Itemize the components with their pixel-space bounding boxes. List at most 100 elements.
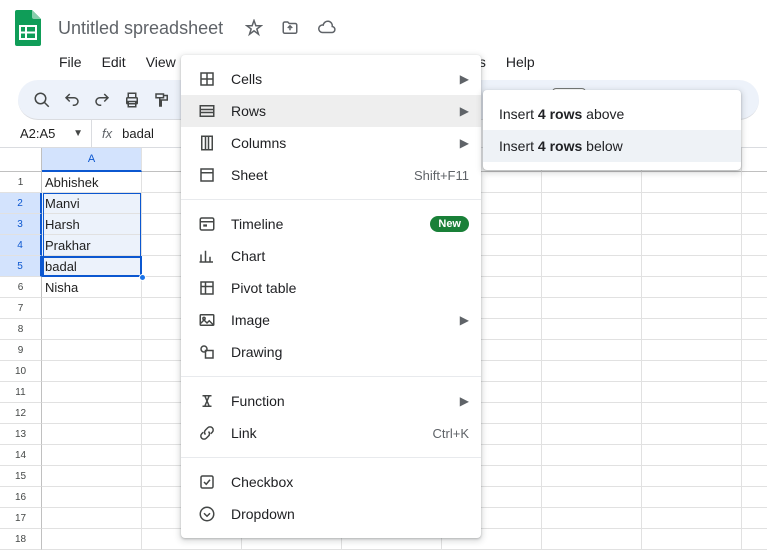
cell[interactable] xyxy=(542,529,642,550)
cell[interactable] xyxy=(642,529,742,550)
cell[interactable] xyxy=(742,298,767,319)
cell[interactable] xyxy=(742,340,767,361)
cell[interactable] xyxy=(642,214,742,235)
cell[interactable] xyxy=(542,424,642,445)
redo-button[interactable] xyxy=(88,86,116,114)
cell[interactable] xyxy=(42,298,142,319)
cell[interactable] xyxy=(542,445,642,466)
cloud-status-icon[interactable] xyxy=(317,19,337,37)
cell[interactable] xyxy=(42,424,142,445)
cell[interactable] xyxy=(742,235,767,256)
row-header[interactable]: 4 xyxy=(0,235,42,256)
menu-file[interactable]: File xyxy=(50,50,91,74)
name-box[interactable]: A2:A5 ▼ xyxy=(12,120,92,147)
row-header[interactable]: 14 xyxy=(0,445,42,466)
menu-item-image[interactable]: Image ▶ xyxy=(181,304,481,336)
row-header[interactable]: 17 xyxy=(0,508,42,529)
search-menu-button[interactable] xyxy=(28,86,56,114)
cell[interactable] xyxy=(42,382,142,403)
paint-format-button[interactable] xyxy=(148,86,176,114)
cell[interactable]: Abhishek xyxy=(42,172,142,193)
menu-item-drawing[interactable]: Drawing xyxy=(181,336,481,368)
select-all-corner[interactable] xyxy=(0,148,42,172)
cell[interactable] xyxy=(542,277,642,298)
cell[interactable] xyxy=(642,193,742,214)
menu-item-link[interactable]: Link Ctrl+K xyxy=(181,417,481,449)
cell[interactable] xyxy=(642,508,742,529)
cell[interactable]: Harsh xyxy=(42,214,142,235)
move-icon[interactable] xyxy=(281,19,299,37)
menu-item-checkbox[interactable]: Checkbox xyxy=(181,466,481,498)
cell[interactable] xyxy=(742,403,767,424)
cell[interactable] xyxy=(742,424,767,445)
col-header-A[interactable]: A xyxy=(42,148,142,172)
cell[interactable] xyxy=(642,382,742,403)
cell[interactable] xyxy=(542,319,642,340)
menu-item-cells[interactable]: Cells ▶ xyxy=(181,63,481,95)
cell[interactable] xyxy=(542,172,642,193)
row-header[interactable]: 9 xyxy=(0,340,42,361)
row-header[interactable]: 16 xyxy=(0,487,42,508)
cell[interactable] xyxy=(542,340,642,361)
cell[interactable] xyxy=(642,445,742,466)
cell[interactable] xyxy=(542,508,642,529)
menu-help[interactable]: Help xyxy=(497,50,544,74)
undo-button[interactable] xyxy=(58,86,86,114)
cell[interactable]: Prakhar xyxy=(42,235,142,256)
cell[interactable] xyxy=(742,256,767,277)
row-header[interactable]: 6 xyxy=(0,277,42,298)
row-header[interactable]: 13 xyxy=(0,424,42,445)
print-button[interactable] xyxy=(118,86,146,114)
menu-item-sheet[interactable]: Sheet Shift+F11 xyxy=(181,159,481,191)
menu-edit[interactable]: Edit xyxy=(93,50,135,74)
cell[interactable] xyxy=(42,319,142,340)
cell[interactable] xyxy=(742,277,767,298)
menu-item-pivot-table[interactable]: Pivot table xyxy=(181,272,481,304)
submenu-item[interactable]: Insert 4 rows below xyxy=(483,130,741,162)
row-header[interactable]: 5 xyxy=(0,256,42,277)
menu-item-columns[interactable]: Columns ▶ xyxy=(181,127,481,159)
row-header[interactable]: 18 xyxy=(0,529,42,550)
fill-handle[interactable] xyxy=(139,274,146,281)
cell[interactable] xyxy=(642,256,742,277)
cell[interactable] xyxy=(642,277,742,298)
submenu-item[interactable]: Insert 4 rows above xyxy=(483,98,741,130)
cell[interactable] xyxy=(542,298,642,319)
row-header[interactable]: 15 xyxy=(0,466,42,487)
cell[interactable] xyxy=(742,361,767,382)
cell[interactable] xyxy=(542,487,642,508)
cell[interactable] xyxy=(42,445,142,466)
cell[interactable] xyxy=(542,403,642,424)
cell[interactable] xyxy=(742,466,767,487)
row-header[interactable]: 12 xyxy=(0,403,42,424)
cell[interactable] xyxy=(742,529,767,550)
cell[interactable] xyxy=(642,487,742,508)
cell[interactable] xyxy=(42,487,142,508)
cell[interactable] xyxy=(542,193,642,214)
menu-view[interactable]: View xyxy=(137,50,185,74)
menu-item-dropdown[interactable]: Dropdown xyxy=(181,498,481,530)
col-header-H[interactable]: H xyxy=(742,148,767,172)
row-header[interactable]: 8 xyxy=(0,319,42,340)
cell[interactable] xyxy=(42,529,142,550)
document-title[interactable]: Untitled spreadsheet xyxy=(54,16,227,41)
cell[interactable] xyxy=(642,235,742,256)
cell[interactable] xyxy=(42,340,142,361)
cell[interactable]: Manvi xyxy=(42,193,142,214)
cell[interactable] xyxy=(642,403,742,424)
cell[interactable] xyxy=(642,466,742,487)
cell[interactable] xyxy=(542,466,642,487)
row-header[interactable]: 1 xyxy=(0,172,42,193)
row-header[interactable]: 2 xyxy=(0,193,42,214)
cell[interactable] xyxy=(42,466,142,487)
row-header[interactable]: 11 xyxy=(0,382,42,403)
cell[interactable] xyxy=(642,319,742,340)
formula-input[interactable]: badal xyxy=(122,126,154,141)
cell[interactable] xyxy=(642,424,742,445)
cell[interactable] xyxy=(642,340,742,361)
cell[interactable] xyxy=(642,172,742,193)
cell[interactable] xyxy=(742,214,767,235)
cell[interactable]: Nisha xyxy=(42,277,142,298)
menu-item-timeline[interactable]: Timeline New xyxy=(181,208,481,240)
cell[interactable] xyxy=(742,445,767,466)
